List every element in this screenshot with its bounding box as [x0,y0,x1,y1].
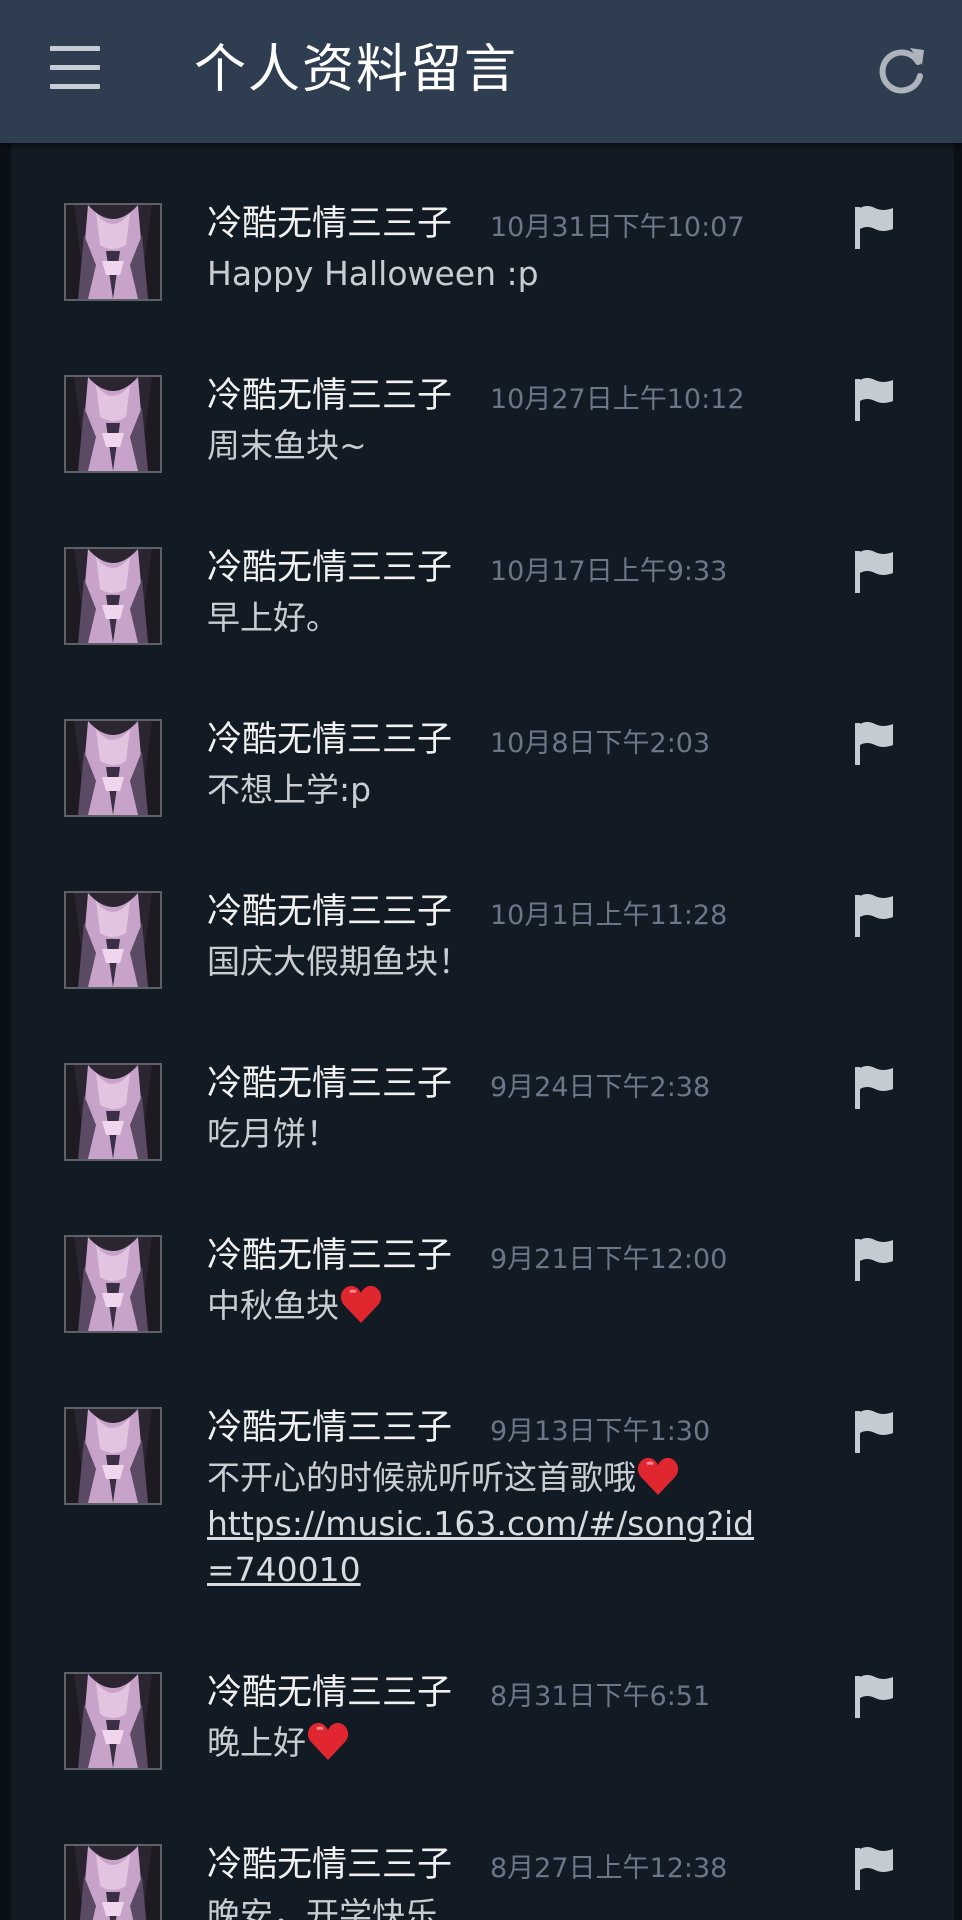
flag-icon [855,722,893,765]
comment-text-content: 不想上学:p [207,770,372,809]
comment-author[interactable]: 冷酷无情三三子 [207,717,452,763]
comment-timestamp: 10月27日上午10:12 [490,384,745,415]
comment-text-content: 国庆大假期鱼块！ [207,942,471,981]
comment-author[interactable]: 冷酷无情三三子 [207,1233,452,1279]
report-button[interactable] [849,717,901,769]
comment-text-content: Happy Halloween :p [207,254,539,293]
report-button[interactable] [849,373,901,425]
comment-author[interactable]: 冷酷无情三三子 [207,1405,452,1451]
comment-author[interactable]: 冷酷无情三三子 [207,1842,452,1888]
report-button[interactable] [849,1842,901,1894]
flag-icon [855,1675,893,1718]
comment-text: 周末鱼块~ [207,423,767,469]
report-button[interactable] [849,201,901,253]
report-button[interactable] [849,545,901,597]
comment-author[interactable]: 冷酷无情三三子 [207,545,452,591]
avatar[interactable] [64,1063,162,1161]
avatar-image [66,205,160,299]
flag-icon [855,206,893,249]
comment-author[interactable]: 冷酷无情三三子 [207,1670,452,1716]
comment-text: 不想上学:p [207,767,767,813]
avatar[interactable] [64,547,162,645]
refresh-icon [879,48,924,94]
comment-timestamp: 10月17日上午9:33 [490,556,728,587]
avatar-image [66,1065,160,1159]
flag-icon [855,894,893,937]
avatar-image [66,721,160,815]
report-button[interactable] [849,889,901,941]
hamburger-icon [50,46,100,51]
comment-text: 晚安，开学快乐 [207,1892,767,1920]
avatar[interactable] [64,375,162,473]
flag-icon [855,1066,893,1109]
comment-timestamp: 10月31日下午10:07 [490,212,745,243]
avatar[interactable] [64,1407,162,1505]
report-button[interactable] [849,1405,901,1457]
comment-text: Happy Halloween :p [207,251,767,297]
menu-button[interactable] [40,44,104,94]
avatar[interactable] [64,719,162,817]
hamburger-icon-bar [50,65,100,70]
report-button[interactable] [849,1670,901,1722]
app-header: 个人资料留言 [0,0,962,143]
comment-text: 不开心的时候就听听这首歌哦 https://music.163.com/#/son… [207,1455,767,1593]
hamburger-icon-bar [50,84,100,89]
comment-text-content: 早上好。 [207,598,339,637]
comment-text: 中秋鱼块 [207,1283,767,1329]
comment-timestamp: 8月31日下午6:51 [490,1681,711,1712]
comment-timestamp: 10月1日上午11:28 [490,900,728,931]
refresh-button[interactable] [872,40,932,100]
avatar[interactable] [64,1844,162,1920]
avatar[interactable] [64,1235,162,1333]
heart-emoji-icon [636,1455,680,1497]
report-button[interactable] [849,1061,901,1113]
avatar-image [66,1674,160,1768]
comment-timestamp: 9月13日下午1:30 [490,1416,711,1447]
heart-emoji-icon [306,1720,350,1762]
avatar[interactable] [64,1672,162,1770]
comment-link[interactable]: https://music.163.com/#/song?id=740010 [207,1501,767,1593]
avatar-image [66,1409,160,1503]
comment-author[interactable]: 冷酷无情三三子 [207,373,452,419]
flag-icon [855,1238,893,1281]
flag-icon [855,1847,893,1890]
avatar-image [66,1846,160,1920]
comment-timestamp: 10月8日下午2:03 [490,728,711,759]
comment-text-content: 晚上好 [207,1723,306,1762]
avatar-image [66,893,160,987]
comments-panel: 冷酷无情三三子 10月31日下午10:07 Happy Halloween :p… [11,143,954,1920]
comment-timestamp: 8月27日上午12:38 [490,1853,728,1884]
comment-text-content: 中秋鱼块 [207,1286,339,1325]
avatar[interactable] [64,203,162,301]
comment-text-content: 周末鱼块~ [207,426,367,465]
comment-text: 晚上好 [207,1720,767,1766]
comment-timestamp: 9月24日下午2:38 [490,1072,711,1103]
heart-emoji-icon [339,1283,383,1325]
comment-author[interactable]: 冷酷无情三三子 [207,1061,452,1107]
comment-text: 国庆大假期鱼块！ [207,939,767,985]
avatar-image [66,1237,160,1331]
comment-text: 吃月饼！ [207,1111,767,1157]
flag-icon [855,378,893,421]
flag-icon [855,550,893,593]
avatar-image [66,377,160,471]
comment-author[interactable]: 冷酷无情三三子 [207,889,452,935]
comment-text-content: 吃月饼！ [207,1114,339,1153]
flag-icon [855,1410,893,1453]
comment-timestamp: 9月21日下午12:00 [490,1244,728,1275]
comment-text-content: 不开心的时候就听听这首歌哦 [207,1458,636,1497]
report-button[interactable] [849,1233,901,1285]
comment-author[interactable]: 冷酷无情三三子 [207,201,452,247]
comment-text-content: 晚安，开学快乐 [207,1895,438,1920]
avatar[interactable] [64,891,162,989]
avatar-image [66,549,160,643]
page-title: 个人资料留言 [194,40,519,100]
comment-text: 早上好。 [207,595,767,641]
